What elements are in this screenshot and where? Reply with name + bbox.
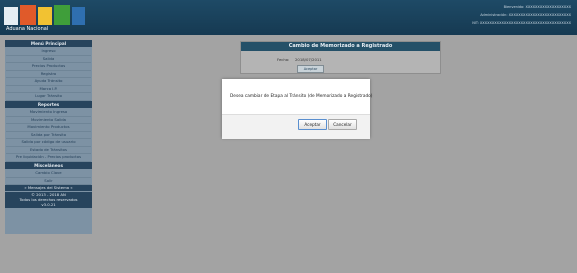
misc-item-salir[interactable]: Salir: [6, 178, 91, 185]
misc-item-cambio-clave[interactable]: Cambio Clave: [6, 170, 91, 178]
fecha-label: Fecha:: [277, 57, 290, 62]
menu-item-marca[interactable]: Marca I.P.: [6, 86, 91, 93]
change-stage-panel: Cambio de Memorizado a Registrado Fecha:…: [240, 41, 441, 74]
version: v3.0.21: [5, 202, 92, 208]
menu-item-salida[interactable]: Salida: [6, 56, 91, 63]
system-messages-link[interactable]: » Mensajes del Sistema «: [5, 185, 92, 191]
menu-item-ayuda[interactable]: Ayuda Tránsito: [6, 78, 91, 86]
accept-button[interactable]: Aceptar: [298, 119, 327, 130]
report-item-mov-ingreso[interactable]: Movimiento Ingreso: [6, 109, 91, 117]
report-item-mov-salida[interactable]: Movimiento Salida: [6, 117, 91, 124]
menu-item-ingreso[interactable]: Ingreso: [6, 48, 91, 56]
cancel-button[interactable]: Cancelar: [328, 119, 357, 130]
sidebar: Menú Principal Ingreso Salida Precios Pr…: [5, 40, 92, 234]
dialog-message: Desea cambiar de Etapa al Tránsito (de M…: [230, 94, 373, 99]
header-admin: Administración: XXXXXXXXXXXXXXXXXXXXXXXX…: [480, 13, 571, 17]
menu-item-precios[interactable]: Precios Productos: [6, 63, 91, 71]
misc-title: Misceláneos: [5, 162, 92, 169]
header-nit: NIT: XXXXXXXXXXXXXXXXXXXXXXXXXXXXXXXXXXX…: [472, 21, 571, 25]
report-item-mov-productos[interactable]: Movimiento Productos: [6, 124, 91, 132]
fecha-value: 2018/07/2011: [295, 57, 322, 62]
menu-item-lugar[interactable]: Lugar Tránsito: [6, 93, 91, 101]
header-user: Bienvenido: XXXXXXXXXXXXXXXXXXX: [503, 5, 571, 9]
report-item-preliquidacion[interactable]: Pre liquidación - Precios productos: [6, 154, 91, 162]
top-header: Aduana Nacional Bienvenido: XXXXXXXXXXXX…: [0, 0, 577, 35]
reports-title: Reportes: [5, 101, 92, 108]
dialog-footer: Aceptar Cancelar: [222, 114, 370, 139]
report-item-estado-transitos[interactable]: Estado de Tránsitos: [6, 147, 91, 154]
report-item-salida-transito[interactable]: Salida por Tránsito: [6, 132, 91, 139]
logo-text: Aduana Nacional: [6, 26, 49, 32]
confirm-dialog: Desea cambiar de Etapa al Tránsito (de M…: [222, 79, 373, 139]
report-item-salida-usuario[interactable]: Salida por código de usuario: [6, 139, 91, 147]
menu-item-registro[interactable]: Registro: [6, 71, 91, 78]
menu-title: Menú Principal: [5, 40, 92, 47]
panel-title: Cambio de Memorizado a Registrado: [241, 42, 440, 51]
panel-accept-button[interactable]: Aceptar: [297, 65, 324, 73]
